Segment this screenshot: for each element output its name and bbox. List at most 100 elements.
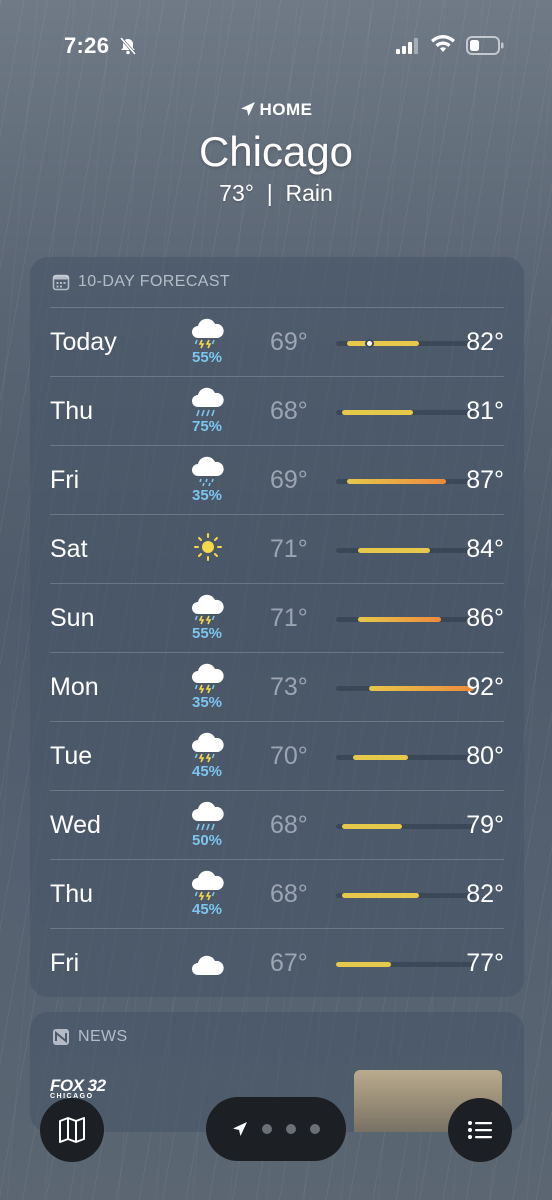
- temp-range-bar: [347, 479, 447, 484]
- rain-icon: [188, 799, 228, 833]
- high-temp: 87°: [466, 466, 504, 494]
- temp-range-bar: [358, 548, 430, 553]
- temp-range-track: [336, 617, 474, 622]
- status-time: 7:26: [64, 33, 110, 58]
- low-temp: 69°: [270, 328, 308, 356]
- low-temp: 68°: [270, 397, 308, 425]
- low-temp: 68°: [270, 811, 308, 839]
- forecast-day: Mon: [50, 673, 99, 701]
- page-indicator[interactable]: [206, 1097, 346, 1161]
- temp-range-bar: [341, 410, 414, 415]
- bell-slash-icon: [119, 37, 137, 55]
- high-temp: 80°: [466, 742, 504, 770]
- rain-icon: [188, 385, 228, 419]
- temp-range-track: [336, 755, 474, 760]
- temp-range-track: [336, 686, 474, 691]
- low-temp: 70°: [270, 742, 308, 770]
- thunderstorm-icon: [188, 592, 228, 626]
- temp-range-bar: [341, 893, 419, 898]
- calendar-icon: [52, 274, 70, 291]
- forecast-row[interactable]: Thu 75% 68° 81°: [50, 376, 504, 445]
- map-button[interactable]: [40, 1098, 104, 1162]
- map-icon: [59, 1117, 85, 1143]
- temp-range-track: [336, 548, 474, 553]
- forecast-day: Wed: [50, 811, 101, 839]
- temp-range-bar: [341, 824, 403, 829]
- page-dot[interactable]: [286, 1124, 296, 1134]
- battery-icon: [466, 36, 504, 55]
- current-conditions: 73° | Rain: [0, 180, 552, 207]
- forecast-header: 10-DAY FORECAST: [30, 257, 524, 307]
- low-temp: 68°: [270, 880, 308, 908]
- low-temp: 69°: [270, 466, 308, 494]
- high-temp: 86°: [466, 604, 504, 632]
- temp-range-track: [336, 824, 474, 829]
- wifi-icon: [431, 35, 455, 52]
- low-temp: 71°: [270, 604, 308, 632]
- home-label: HOME: [259, 100, 313, 119]
- cloud-icon: [188, 949, 228, 983]
- precip-chance: 45%: [191, 901, 223, 918]
- precip-chance: 45%: [191, 763, 223, 780]
- current-condition: Rain: [285, 180, 333, 206]
- city-name: Chicago: [198, 128, 354, 175]
- precip-chance: 55%: [191, 625, 223, 642]
- forecast-card[interactable]: 10-DAY FORECAST Today 55% 69° 82° Thu 75% 68° 8…: [30, 257, 524, 997]
- low-temp: 71°: [270, 535, 308, 563]
- temp-range-bar: [336, 962, 392, 967]
- forecast-day: Today: [50, 328, 117, 356]
- location-arrow-icon: [233, 1122, 247, 1136]
- high-temp: 82°: [466, 880, 504, 908]
- low-temp: 73°: [270, 673, 308, 701]
- thunderstorm-icon: [188, 868, 228, 902]
- precip-chance: 35%: [191, 487, 223, 504]
- precip-chance: 55%: [191, 349, 223, 366]
- news-title: NEWS: [78, 1028, 128, 1045]
- low-temp: 67°: [270, 949, 308, 977]
- precip-chance: 50%: [191, 832, 223, 849]
- high-temp: 81°: [466, 397, 504, 425]
- page-dot[interactable]: [262, 1124, 272, 1134]
- forecast-row[interactable]: Thu 45% 68° 82°: [50, 859, 504, 928]
- forecast-row[interactable]: Fri 35% 69° 87°: [50, 445, 504, 514]
- status-bar: 7:26: [0, 0, 552, 90]
- forecast-day: Sun: [50, 604, 95, 632]
- forecast-row[interactable]: Fri 67° 77°: [50, 928, 504, 997]
- forecast-row[interactable]: Mon 35% 73° 92°: [50, 652, 504, 721]
- forecast-row[interactable]: Wed 50% 68° 79°: [50, 790, 504, 859]
- precip-chance: 35%: [191, 694, 223, 711]
- page-dot[interactable]: [310, 1124, 320, 1134]
- current-temp-marker: [365, 339, 375, 348]
- temp-range-track: [336, 339, 474, 348]
- forecast-row[interactable]: Tue 45% 70° 80°: [50, 721, 504, 790]
- temp-range-bar: [358, 617, 441, 622]
- forecast-day: Fri: [50, 949, 80, 977]
- temp-range-track: [336, 893, 474, 898]
- location-arrow-icon: [240, 102, 255, 116]
- precip-chance: 75%: [191, 418, 223, 435]
- drizzle-icon: [188, 454, 228, 488]
- sun-icon: [188, 532, 228, 566]
- forecast-day: Thu: [50, 397, 94, 425]
- high-temp: 82°: [466, 328, 504, 356]
- forecast-row[interactable]: Sun 55% 71° 86°: [50, 583, 504, 652]
- forecast-title: 10-DAY FORECAST: [78, 273, 231, 290]
- high-temp: 92°: [466, 673, 504, 701]
- temp-range-bar: [347, 341, 419, 346]
- thunderstorm-icon: [188, 316, 228, 350]
- forecast-row[interactable]: Today 55% 69° 82°: [50, 307, 504, 376]
- temp-range-track: [336, 479, 474, 484]
- high-temp: 77°: [466, 949, 504, 977]
- forecast-row[interactable]: Sat 71° 84°: [50, 514, 504, 583]
- temp-range-bar: [352, 755, 408, 760]
- location-label: HOME: [0, 100, 552, 120]
- high-temp: 84°: [466, 535, 504, 563]
- forecast-day: Thu: [50, 880, 94, 908]
- news-header: NEWS: [30, 1012, 524, 1062]
- list-icon: [468, 1121, 492, 1139]
- current-temp: 73°: [219, 180, 254, 206]
- forecast-day: Sat: [50, 535, 88, 563]
- list-button[interactable]: [448, 1098, 512, 1162]
- fox32-logo: FOX 32 CHICAGO: [50, 1076, 106, 1100]
- temp-range-bar: [369, 686, 474, 691]
